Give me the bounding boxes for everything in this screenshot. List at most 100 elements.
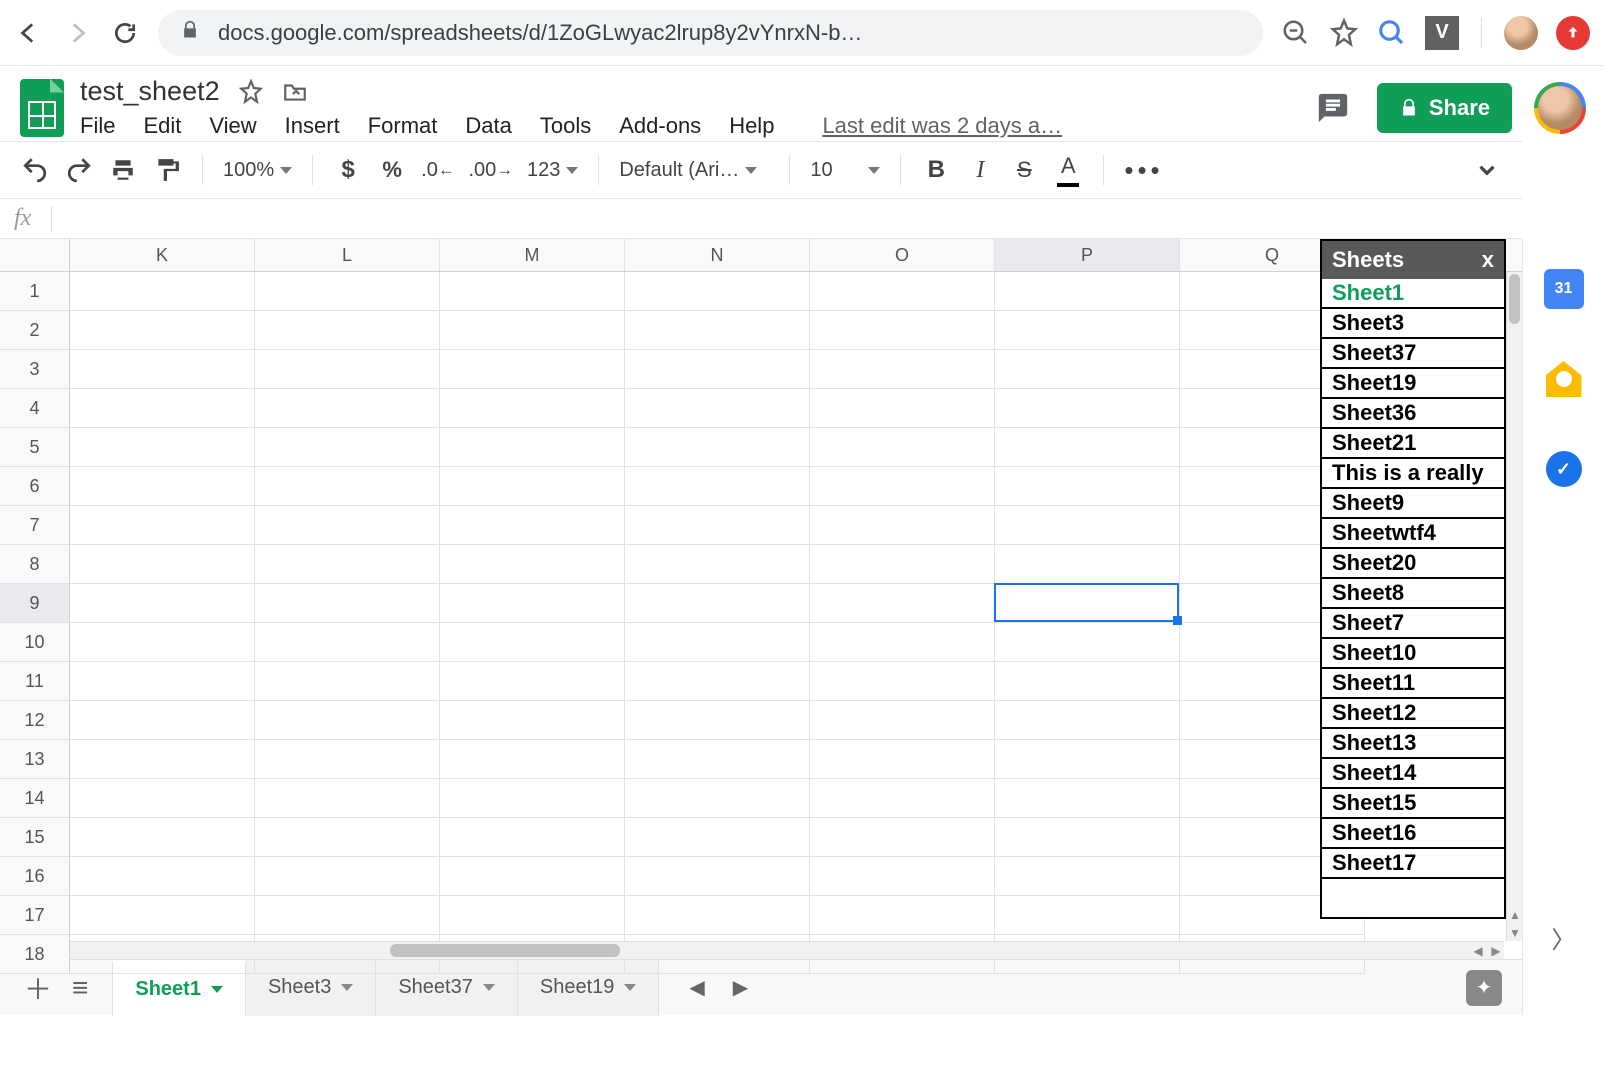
row-header[interactable]: 9 (0, 584, 70, 623)
column-header[interactable]: M (440, 239, 625, 271)
scrollbar-thumb[interactable] (390, 944, 620, 957)
cell[interactable] (625, 311, 810, 350)
menu-edit[interactable]: Edit (143, 113, 181, 139)
cell[interactable] (440, 584, 625, 623)
decrease-decimal-button[interactable]: .0← (421, 153, 454, 187)
cell[interactable] (810, 428, 995, 467)
forward-button[interactable] (62, 18, 92, 48)
cell[interactable] (810, 818, 995, 857)
address-bar[interactable]: docs.google.com/spreadsheets/d/1ZoGLwyac… (158, 10, 1263, 56)
row-header[interactable]: 15 (0, 818, 70, 857)
more-formats-dropdown[interactable]: 123 (527, 159, 578, 182)
star-icon[interactable] (238, 79, 264, 105)
zoom-out-icon[interactable] (1281, 18, 1311, 48)
sheets-list-item[interactable]: Sheet14 (1322, 759, 1504, 789)
cell[interactable] (255, 506, 440, 545)
scroll-left-icon[interactable]: ◀ (1470, 943, 1486, 959)
cell[interactable] (625, 545, 810, 584)
cell[interactable] (995, 467, 1180, 506)
calendar-icon[interactable]: 31 (1544, 269, 1584, 309)
last-edit-link[interactable]: Last edit was 2 days a… (822, 113, 1062, 139)
column-header[interactable]: K (70, 239, 255, 271)
cell[interactable] (810, 506, 995, 545)
row-header[interactable]: 1 (0, 272, 70, 311)
sheets-list-item[interactable]: Sheet12 (1322, 699, 1504, 729)
cell[interactable] (440, 272, 625, 311)
sheets-list-item[interactable]: Sheet3 (1322, 309, 1504, 339)
menu-format[interactable]: Format (368, 113, 438, 139)
cell[interactable] (995, 740, 1180, 779)
hide-side-panel-button[interactable]: 〉 (1552, 920, 1576, 955)
cell[interactable] (440, 350, 625, 389)
scroll-right-icon[interactable]: ▶ (1488, 943, 1504, 959)
row-header[interactable]: 17 (0, 896, 70, 935)
cell[interactable] (440, 389, 625, 428)
scroll-tabs-right-button[interactable]: ▶ (733, 975, 748, 1000)
cell[interactable] (255, 545, 440, 584)
cell[interactable] (995, 506, 1180, 545)
cell[interactable] (440, 818, 625, 857)
cell[interactable] (625, 779, 810, 818)
explore-button[interactable]: ✦ (1466, 970, 1502, 1006)
reload-button[interactable] (110, 18, 140, 48)
cell[interactable] (810, 311, 995, 350)
undo-button[interactable] (20, 153, 50, 187)
cell[interactable] (70, 389, 255, 428)
update-indicator[interactable] (1556, 16, 1590, 50)
row-header[interactable]: 7 (0, 506, 70, 545)
sheets-list-item[interactable]: Sheet19 (1322, 369, 1504, 399)
cell[interactable] (440, 467, 625, 506)
menu-tools[interactable]: Tools (540, 113, 591, 139)
paint-format-button[interactable] (152, 153, 182, 187)
cell[interactable] (995, 662, 1180, 701)
cell[interactable] (255, 428, 440, 467)
row-header[interactable]: 5 (0, 428, 70, 467)
cell[interactable] (255, 467, 440, 506)
cell[interactable] (70, 662, 255, 701)
scroll-tabs-left-button[interactable]: ◀ (689, 975, 704, 1000)
account-avatar[interactable] (1534, 82, 1586, 134)
back-button[interactable] (14, 18, 44, 48)
cell[interactable] (995, 428, 1180, 467)
cell[interactable] (995, 272, 1180, 311)
cell[interactable] (255, 896, 440, 935)
text-color-button[interactable]: A (1053, 153, 1083, 187)
cell[interactable] (995, 311, 1180, 350)
font-dropdown[interactable]: Default (Ari… (619, 159, 769, 182)
cell[interactable] (810, 350, 995, 389)
cell[interactable] (625, 467, 810, 506)
zoom-dropdown[interactable]: 100% (223, 159, 292, 182)
sheets-list-item[interactable]: Sheet10 (1322, 639, 1504, 669)
cell[interactable] (70, 740, 255, 779)
menu-data[interactable]: Data (465, 113, 511, 139)
cell[interactable] (810, 272, 995, 311)
cell[interactable] (995, 389, 1180, 428)
row-header[interactable]: 6 (0, 467, 70, 506)
cell[interactable] (70, 701, 255, 740)
print-button[interactable] (108, 153, 138, 187)
column-header[interactable]: N (625, 239, 810, 271)
cell[interactable] (995, 350, 1180, 389)
share-button[interactable]: Share (1377, 83, 1512, 133)
cell[interactable] (70, 623, 255, 662)
cell[interactable] (625, 896, 810, 935)
cell[interactable] (995, 779, 1180, 818)
cell[interactable] (810, 467, 995, 506)
cell[interactable] (625, 584, 810, 623)
row-header[interactable]: 14 (0, 779, 70, 818)
spreadsheet-grid[interactable]: KLMNOPQ 123456789101112131415161718 ▲ ▼ … (0, 239, 1522, 959)
cell[interactable] (440, 896, 625, 935)
row-header[interactable]: 12 (0, 701, 70, 740)
chevron-down-icon[interactable] (211, 986, 223, 993)
select-all-corner[interactable] (0, 239, 70, 271)
cell[interactable] (810, 740, 995, 779)
row-header[interactable]: 4 (0, 389, 70, 428)
cell[interactable] (255, 350, 440, 389)
sheets-list-item[interactable]: Sheet37 (1322, 339, 1504, 369)
cell[interactable] (810, 701, 995, 740)
cell[interactable] (810, 389, 995, 428)
cell[interactable] (810, 545, 995, 584)
cell[interactable] (995, 857, 1180, 896)
search-extension-icon[interactable] (1377, 18, 1407, 48)
cell[interactable] (255, 740, 440, 779)
